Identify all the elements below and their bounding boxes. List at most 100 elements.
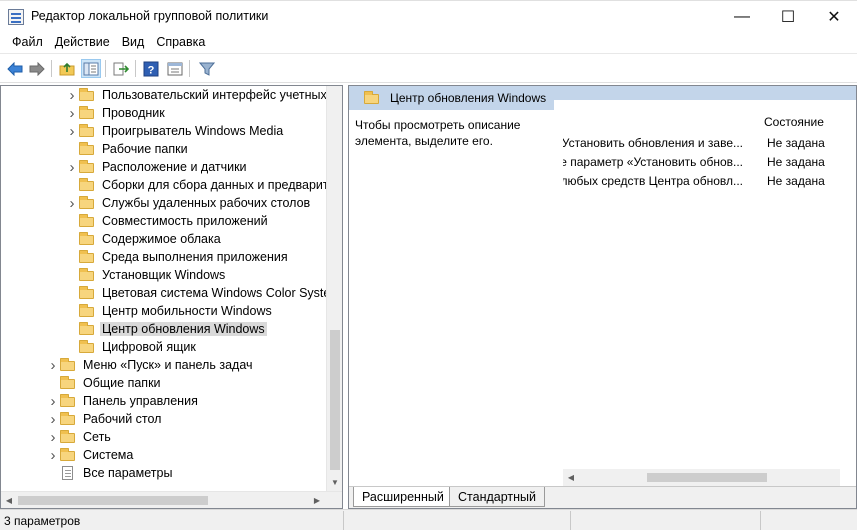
export-list-icon[interactable] [111, 59, 131, 78]
tree-item[interactable]: Установщик Windows [65, 266, 225, 284]
chevron-right-icon[interactable]: › [46, 356, 60, 374]
tree-vertical-scrollbar[interactable]: ▼ [326, 86, 342, 491]
help-icon[interactable]: ? [141, 59, 161, 78]
up-folder-icon[interactable] [57, 59, 77, 78]
tree-item[interactable]: › Сеть [46, 428, 111, 446]
scroll-right-arrow-icon[interactable]: ▶ [309, 492, 325, 508]
folder-icon [60, 430, 76, 443]
tree-item-label: Цифровой ящик [102, 340, 196, 354]
toolbar-separator [135, 60, 136, 77]
scrollbar-thumb[interactable] [18, 496, 208, 505]
tree-horizontal-scrollbar[interactable]: ◀ ▶ [1, 491, 342, 508]
setting-row[interactable]: ь любых средств Центра обновл... Не зада… [563, 172, 845, 190]
folder-icon [79, 214, 95, 227]
chevron-right-icon[interactable]: › [65, 194, 79, 212]
tree-item[interactable]: › Проигрыватель Windows Media [65, 122, 284, 140]
tree-item[interactable]: › Расположение и датчики [65, 158, 247, 176]
view-tabs: Расширенный Стандартный [349, 486, 856, 508]
folder-icon [60, 376, 76, 389]
chevron-right-icon[interactable]: › [65, 104, 79, 122]
folder-icon [79, 196, 95, 209]
tree-item[interactable]: Центр мобильности Windows [65, 302, 272, 320]
tree-item[interactable]: › Службы удаленных рабочих столов [65, 194, 311, 212]
menu-help[interactable]: Справка [150, 35, 211, 49]
title-bar: Редактор локальной групповой политики — … [0, 0, 857, 31]
folder-icon [79, 178, 95, 191]
tree-item[interactable]: Цифровой ящик [65, 338, 196, 356]
tab-standard[interactable]: Стандартный [449, 487, 545, 507]
chevron-right-icon[interactable]: › [65, 158, 79, 176]
chevron-right-icon[interactable]: › [46, 446, 60, 464]
status-separator [343, 511, 344, 530]
show-hide-tree-icon[interactable] [81, 59, 101, 78]
menu-file[interactable]: Файл [6, 35, 49, 49]
minimize-button[interactable]: — [719, 1, 765, 32]
tree-item[interactable]: Центр обновления Windows [65, 320, 267, 338]
folder-icon [364, 91, 380, 104]
chevron-right-icon[interactable]: › [46, 428, 60, 446]
tree-item-label: Рабочие папки [102, 142, 188, 156]
chevron-right-icon[interactable]: › [46, 392, 60, 410]
tree-item[interactable]: Содержимое облака [65, 230, 221, 248]
properties-icon[interactable] [165, 59, 185, 78]
scroll-left-arrow-icon[interactable]: ◀ [563, 469, 579, 486]
scrollbar-thumb[interactable] [330, 330, 340, 470]
tree-item[interactable]: Совместимость приложений [65, 212, 268, 230]
folder-icon [60, 448, 76, 461]
svg-text:?: ? [148, 64, 155, 76]
chevron-right-icon[interactable]: › [65, 86, 79, 104]
setting-state: Не задана [767, 174, 825, 188]
tree-item[interactable]: Среда выполнения приложения [65, 248, 288, 266]
tree-item[interactable]: Цветовая система Windows Color System [65, 284, 327, 302]
tree-item-label: Сеть [83, 430, 111, 444]
column-state-header[interactable]: Состояние [764, 115, 824, 129]
tree-item[interactable]: › Меню «Пуск» и панель задач [46, 356, 253, 374]
filter-icon[interactable] [197, 59, 217, 78]
tree-item[interactable]: › Пользовательский интерфейс учетных д [65, 86, 328, 104]
tree-item-label: Цветовая система Windows Color System [102, 286, 327, 300]
tree-item[interactable]: › Проводник [65, 104, 165, 122]
maximize-button[interactable]: ☐ [765, 1, 811, 32]
setting-state: Не задана [767, 155, 825, 169]
folder-icon [60, 412, 76, 425]
scroll-left-arrow-icon[interactable]: ◀ [1, 492, 17, 508]
tree-item[interactable]: › Панель управления [46, 392, 198, 410]
tree-item[interactable]: Все параметры [46, 464, 172, 482]
folder-icon [79, 106, 95, 119]
tree-item-label: Содержимое облака [102, 232, 221, 246]
setting-row[interactable]: е параметр «Установить обнов... Не задан… [563, 153, 845, 171]
folder-icon [79, 322, 95, 335]
menu-view[interactable]: Вид [116, 35, 151, 49]
details-header-title: Центр обновления Windows [390, 91, 547, 105]
details-horizontal-scrollbar[interactable]: ◀ [563, 469, 840, 486]
tree-item[interactable]: Рабочие папки [65, 140, 188, 158]
status-separator [570, 511, 571, 530]
tree-item-label: Пользовательский интерфейс учетных д [102, 88, 327, 102]
policy-tree: › Пользовательский интерфейс учетных д › Пр… [1, 86, 327, 491]
menu-action[interactable]: Действие [49, 35, 116, 49]
tree-item-label: Рабочий стол [83, 412, 162, 426]
setting-row[interactable]: Установить обновления и заве... Не задан… [563, 134, 845, 152]
close-button[interactable]: ✕ [811, 1, 857, 32]
scroll-down-arrow-icon[interactable]: ▼ [327, 474, 342, 491]
tree-item[interactable]: Общие папки [46, 374, 161, 392]
details-header-tab: Центр обновления Windows [354, 86, 554, 110]
chevron-right-icon[interactable]: › [46, 410, 60, 428]
tree-item[interactable]: › Рабочий стол [46, 410, 162, 428]
tree-item[interactable]: › Система [46, 446, 134, 464]
scrollbar-thumb[interactable] [647, 473, 767, 482]
toolbar: ? [0, 53, 857, 83]
forward-icon[interactable] [27, 59, 47, 78]
setting-name: ь любых средств Центра обновл... [563, 174, 743, 188]
column-header[interactable]: Состояние [563, 110, 845, 132]
folder-icon [79, 340, 95, 353]
tree-item[interactable]: Сборки для сбора данных и предварител [65, 176, 327, 194]
tab-extended[interactable]: Расширенный [353, 487, 453, 507]
back-icon[interactable] [5, 59, 25, 78]
tree-item-label: Общие папки [83, 376, 161, 390]
chevron-right-icon[interactable]: › [65, 122, 79, 140]
folder-icon [79, 160, 95, 173]
